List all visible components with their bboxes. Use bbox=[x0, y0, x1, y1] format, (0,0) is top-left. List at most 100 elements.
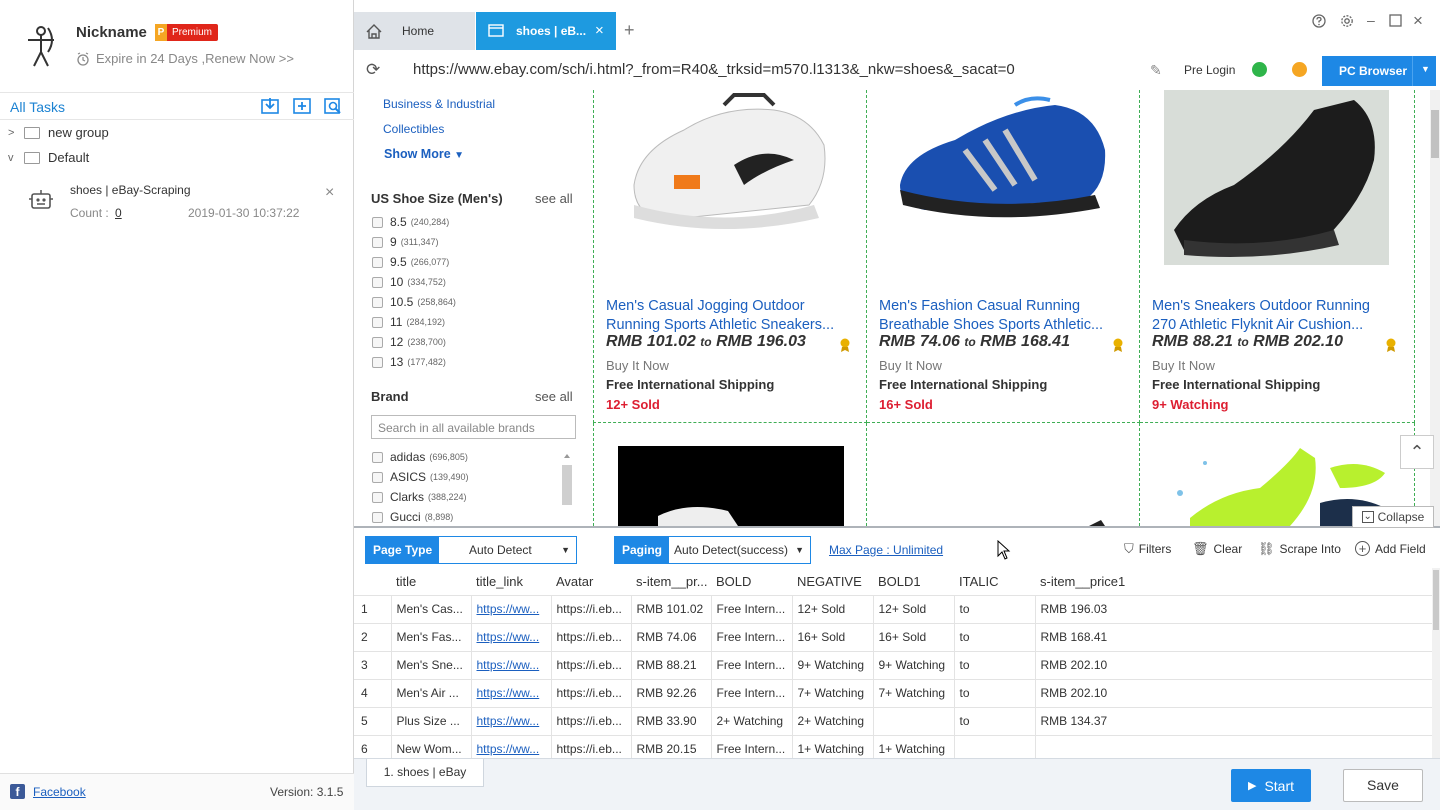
table-cell[interactable]: Men's Sne... bbox=[390, 650, 472, 680]
table-cell[interactable]: RMB 196.03 bbox=[1034, 594, 1432, 624]
table-cell[interactable]: 7+ Watching bbox=[791, 678, 874, 708]
table-cell[interactable]: Men's Air ... bbox=[390, 678, 472, 708]
table-cell[interactable]: 1+ Watching bbox=[872, 734, 955, 758]
size-option[interactable]: 12 (238,700) bbox=[372, 333, 446, 351]
product-image[interactable] bbox=[1087, 518, 1107, 526]
brand-scrollbar[interactable] bbox=[561, 452, 573, 507]
table-row[interactable]: 1 Men's Cas... https://ww... https://i.eb..… bbox=[354, 594, 1432, 624]
table-cell[interactable]: Free Intern... bbox=[710, 650, 793, 680]
paging-select[interactable]: Auto Detect(success) ▼ bbox=[668, 536, 811, 564]
tree-group-new-group[interactable]: > new group bbox=[0, 120, 354, 145]
table-cell[interactable]: 2+ Watching bbox=[791, 706, 874, 736]
checkbox[interactable] bbox=[372, 276, 383, 288]
table-cell[interactable]: RMB 168.41 bbox=[1034, 622, 1432, 652]
table-cell[interactable]: 9+ Watching bbox=[872, 650, 955, 680]
column-header[interactable]: s-item__pr... bbox=[631, 568, 711, 596]
close-icon[interactable]: × bbox=[325, 184, 334, 202]
pc-browser-button[interactable]: PC Browser ▼ bbox=[1322, 56, 1436, 86]
brand-see-all-link[interactable]: see all bbox=[535, 389, 573, 404]
table-row[interactable]: 6 New Wom... https://ww... https://i.eb... R… bbox=[354, 734, 1432, 758]
row-index[interactable]: 2 bbox=[354, 622, 392, 652]
size-option[interactable]: 11 (284,192) bbox=[372, 313, 445, 331]
table-cell[interactable]: https://ww... bbox=[470, 706, 552, 736]
grid-scrollbar[interactable] bbox=[1432, 568, 1440, 758]
task-tab[interactable]: 1. shoes | eBay bbox=[366, 759, 484, 787]
start-button[interactable]: ▶ Start bbox=[1231, 769, 1311, 802]
table-cell[interactable]: to bbox=[953, 706, 1036, 736]
table-cell[interactable]: RMB 88.21 bbox=[630, 650, 712, 680]
table-cell[interactable]: to bbox=[953, 678, 1036, 708]
add-task-icon[interactable] bbox=[292, 97, 312, 115]
column-header[interactable]: ITALIC bbox=[954, 568, 1035, 596]
table-cell[interactable]: to bbox=[953, 594, 1036, 624]
table-cell[interactable]: 7+ Watching bbox=[872, 678, 955, 708]
table-cell[interactable]: Men's Cas... bbox=[390, 594, 472, 624]
scrollbar-thumb[interactable] bbox=[1431, 110, 1439, 158]
product-card[interactable]: Men's Sneakers Outdoor Running 270 Athlet… bbox=[1140, 90, 1415, 423]
pencil-icon[interactable]: ✎ bbox=[1150, 62, 1162, 79]
size-option[interactable]: 9.5 (266,077) bbox=[372, 253, 449, 271]
table-cell[interactable] bbox=[1034, 734, 1432, 758]
table-cell[interactable]: to bbox=[953, 650, 1036, 680]
max-page-link[interactable]: Max Page : Unlimited bbox=[829, 543, 943, 557]
column-header[interactable]: s-item__price1 bbox=[1035, 568, 1432, 596]
add-field-button[interactable]: + Add Field bbox=[1355, 541, 1426, 556]
column-header[interactable]: Avatar bbox=[551, 568, 631, 596]
table-cell[interactable]: Free Intern... bbox=[710, 622, 793, 652]
checkbox[interactable] bbox=[372, 356, 383, 368]
column-header[interactable]: title bbox=[391, 568, 471, 596]
chevron-right-icon[interactable]: > bbox=[8, 127, 18, 139]
brand-option[interactable]: Gucci (8,898) bbox=[372, 508, 453, 526]
table-cell[interactable]: RMB 33.90 bbox=[630, 706, 712, 736]
row-index[interactable]: 3 bbox=[354, 650, 392, 680]
size-option[interactable]: 8.5 (240,284) bbox=[372, 213, 449, 231]
close-tab-icon[interactable]: × bbox=[595, 22, 604, 39]
checkbox[interactable] bbox=[372, 316, 383, 328]
task-item[interactable]: shoes | eBay-Scraping Count : 0 2019-01-… bbox=[0, 178, 354, 228]
checkbox[interactable] bbox=[372, 511, 383, 523]
product-image[interactable] bbox=[1164, 90, 1389, 265]
table-cell[interactable]: RMB 101.02 bbox=[630, 594, 712, 624]
gear-icon[interactable] bbox=[1340, 14, 1354, 31]
table-row[interactable]: 5 Plus Size ... https://ww... https://i.eb.… bbox=[354, 706, 1432, 736]
checkbox[interactable] bbox=[372, 471, 383, 483]
column-header[interactable]: title_link bbox=[471, 568, 551, 596]
table-cell[interactable]: Free Intern... bbox=[710, 678, 793, 708]
size-see-all-link[interactable]: see all bbox=[535, 191, 573, 206]
chevron-down-icon[interactable]: v bbox=[8, 152, 18, 164]
facebook-link[interactable]: Facebook bbox=[33, 785, 86, 799]
table-cell[interactable]: RMB 20.15 bbox=[630, 734, 712, 758]
table-cell[interactable]: https://ww... bbox=[470, 678, 552, 708]
size-option[interactable]: 10 (334,752) bbox=[372, 273, 446, 291]
table-cell[interactable]: 1+ Watching bbox=[791, 734, 874, 758]
brand-option[interactable]: Clarks (388,224) bbox=[372, 488, 467, 506]
search-task-icon[interactable] bbox=[323, 97, 343, 115]
product-title[interactable]: Men's Fashion Casual Running Breathable S… bbox=[879, 297, 1119, 335]
scrollbar-thumb[interactable] bbox=[1433, 570, 1439, 630]
table-row[interactable]: 3 Men's Sne... https://ww... https://i.eb..… bbox=[354, 650, 1432, 680]
table-cell[interactable]: 12+ Sold bbox=[791, 594, 874, 624]
table-cell[interactable]: 16+ Sold bbox=[791, 622, 874, 652]
table-cell[interactable]: https://i.eb... bbox=[550, 706, 632, 736]
checkbox[interactable] bbox=[372, 236, 383, 248]
maximize-icon[interactable] bbox=[1389, 14, 1402, 30]
table-cell[interactable]: 12+ Sold bbox=[872, 594, 955, 624]
minimize-icon[interactable]: – bbox=[1367, 12, 1375, 28]
close-window-icon[interactable]: × bbox=[1413, 11, 1423, 31]
checkbox[interactable] bbox=[372, 256, 383, 268]
row-index[interactable]: 6 bbox=[354, 734, 392, 758]
table-cell[interactable]: https://ww... bbox=[470, 622, 552, 652]
brand-search-input[interactable]: Search in all available brands bbox=[371, 415, 576, 439]
table-cell[interactable]: Plus Size ... bbox=[390, 706, 472, 736]
category-link[interactable]: Collectibles bbox=[383, 122, 444, 136]
brand-option[interactable]: ASICS (139,490) bbox=[372, 468, 469, 486]
table-cell[interactable]: 9+ Watching bbox=[791, 650, 874, 680]
checkbox[interactable] bbox=[372, 296, 383, 308]
table-row[interactable]: 2 Men's Fas... https://ww... https://i.eb..… bbox=[354, 622, 1432, 652]
product-card[interactable]: Men's Casual Jogging Outdoor Running Spor… bbox=[593, 90, 867, 423]
url-input[interactable]: https://www.ebay.com/sch/i.html?_from=R4… bbox=[413, 61, 1015, 78]
column-header[interactable]: BOLD1 bbox=[873, 568, 954, 596]
all-tasks-title[interactable]: All Tasks bbox=[10, 99, 65, 115]
filters-button[interactable]: ⛉ Filters bbox=[1124, 541, 1171, 557]
table-cell[interactable]: RMB 202.10 bbox=[1034, 650, 1432, 680]
